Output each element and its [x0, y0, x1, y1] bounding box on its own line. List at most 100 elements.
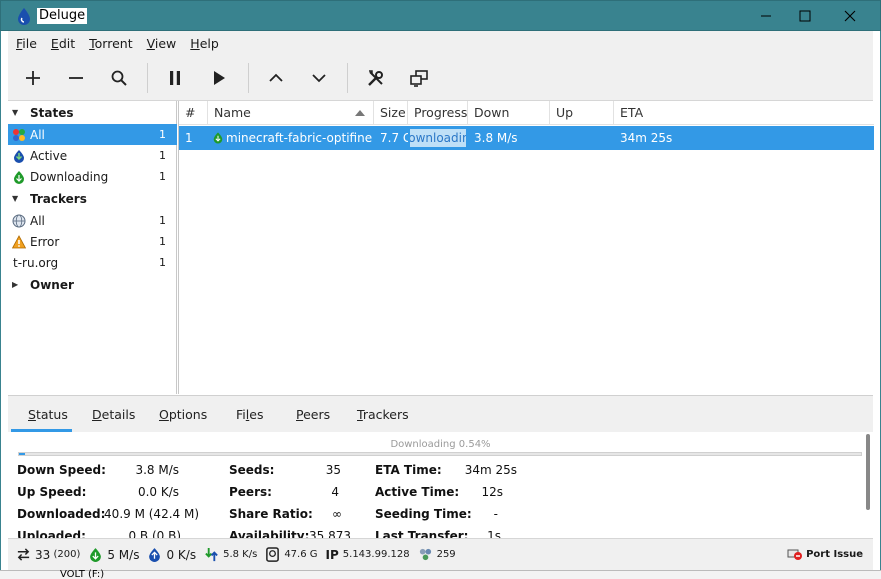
up-speed-label: Up Speed:	[17, 485, 87, 499]
downloaded-value: 40.9 M (42.4 M)	[104, 507, 199, 521]
collapse-arrow-icon[interactable]: ▶	[12, 280, 20, 289]
cell-name: minecraft-fabric-optifine	[208, 126, 374, 150]
tab-files[interactable]: Files	[236, 407, 263, 422]
column-header-size[interactable]: Size	[374, 101, 408, 125]
menu-view[interactable]: View	[147, 36, 177, 51]
availability-value: 35.873	[309, 529, 351, 538]
sidebar-item-tracker-all[interactable]: All 1	[8, 210, 177, 231]
downloaded-label: Downloaded:	[17, 507, 106, 521]
status-bar: 33 (200) 5 M/s 0 K/s 5.8 K/s 47.6 G IP 5…	[8, 538, 873, 570]
uploaded-value: 0 B (0 B)	[128, 529, 181, 538]
background-window: VOLT (F:)	[0, 570, 881, 579]
last-transfer-label: Last Transfer:	[375, 529, 469, 538]
column-header-up-speed[interactable]: Up Speed	[550, 101, 614, 144]
menu-help[interactable]: Help	[190, 36, 219, 51]
download-speed-icon	[90, 548, 102, 562]
toolbar-separator	[347, 63, 348, 93]
cell-index: 1	[185, 131, 193, 145]
toolbar	[8, 55, 873, 101]
queue-up-button[interactable]	[260, 63, 292, 93]
cell-eta: 34m 25s	[620, 131, 673, 145]
download-speed-indicator[interactable]: 5 M/s	[88, 547, 139, 562]
tab-peers[interactable]: Peers	[296, 407, 330, 422]
status-panel: Downloading 0.54% Down Speed: 3.8 M/s Up…	[8, 432, 873, 538]
window-border-right	[873, 31, 881, 570]
upload-speed-indicator[interactable]: 0 K/s	[147, 547, 196, 562]
close-button[interactable]	[827, 1, 873, 31]
cell-progress: Downloading	[410, 129, 466, 147]
maximize-icon	[799, 10, 811, 22]
tab-status[interactable]: Status	[28, 407, 68, 422]
availability-label: Availability:	[229, 529, 310, 538]
remove-torrent-button[interactable]	[60, 63, 92, 93]
peers-value: 4	[331, 485, 339, 499]
seeding-time-value: -	[493, 507, 498, 521]
status-scrollbar[interactable]	[866, 434, 870, 510]
downloading-icon	[213, 132, 223, 144]
share-ratio-value: ∞	[332, 507, 342, 521]
sidebar-item-state-all[interactable]: All 1	[8, 124, 177, 145]
downloading-icon	[12, 170, 26, 184]
menu-file[interactable]: File	[16, 36, 37, 51]
upload-speed-icon	[149, 548, 161, 562]
background-volume-label: VOLT (F:)	[60, 569, 105, 579]
globe-icon	[12, 214, 26, 228]
preferences-button[interactable]	[360, 63, 392, 93]
progress-label: Downloading 0.54%	[390, 439, 491, 450]
add-torrent-button[interactable]	[17, 63, 49, 93]
expand-arrow-icon[interactable]: ▼	[12, 108, 20, 117]
active-time-value: 12s	[481, 485, 503, 499]
column-header-index[interactable]: #	[179, 101, 208, 125]
dht-nodes-indicator: 259	[418, 547, 456, 562]
add-icon	[26, 71, 40, 85]
sidebar-item-tracker-error[interactable]: Error 1	[8, 231, 177, 252]
tab-details[interactable]: Details	[92, 407, 135, 422]
column-header-name[interactable]: Name	[208, 101, 374, 125]
connections-icon	[17, 548, 30, 561]
port-issue-indicator[interactable]: Port Issue	[787, 547, 863, 561]
free-space-indicator: 47.6 G	[265, 547, 318, 562]
title-bar: Deluge	[0, 0, 881, 31]
window-border-left	[0, 31, 8, 570]
pause-icon	[170, 71, 180, 85]
progress-bar	[18, 452, 862, 456]
resume-icon	[214, 71, 225, 85]
all-states-icon	[12, 128, 26, 142]
tab-options[interactable]: Options	[159, 407, 207, 422]
cell-down-speed: 3.8 M/s	[474, 131, 518, 145]
menu-edit[interactable]: Edit	[51, 36, 75, 51]
connection-manager-button[interactable]	[403, 63, 435, 93]
external-ip-indicator: IP 5.143.99.128	[325, 547, 410, 562]
eta-time-label: ETA Time:	[375, 463, 442, 477]
sidebar-item-state-active[interactable]: Active 1	[8, 145, 177, 166]
resume-button[interactable]	[203, 63, 235, 93]
details-tabs: Status Details Options Files Peers Track…	[8, 395, 873, 432]
sidebar-item-state-downloading[interactable]: Downloading 1	[8, 166, 177, 187]
cell-size: 7.7 G	[380, 131, 408, 145]
menu-torrent[interactable]: Torrent	[89, 36, 132, 51]
column-header-progress[interactable]: Progress	[408, 101, 468, 125]
find-button[interactable]	[103, 63, 135, 93]
column-header-eta[interactable]: ETA	[614, 101, 874, 125]
maximize-button[interactable]	[782, 1, 828, 31]
sidebar-item-tracker-t-ru[interactable]: t-ru.org 1	[8, 252, 177, 273]
queue-up-icon	[269, 73, 283, 82]
queue-down-button[interactable]	[303, 63, 335, 93]
tab-trackers[interactable]: Trackers	[357, 407, 409, 422]
expand-arrow-icon[interactable]: ▼	[12, 194, 20, 203]
active-icon	[12, 149, 26, 163]
torrent-list-header: # Name Size Progress Down Speed Up Speed…	[179, 101, 874, 144]
eta-time-value: 34m 25s	[464, 463, 517, 477]
connections-indicator[interactable]: 33 (200)	[16, 547, 80, 562]
remove-icon	[69, 77, 83, 79]
sort-ascending-icon	[355, 110, 365, 116]
port-issue-icon	[787, 549, 803, 560]
trackers-header[interactable]: ▼ Trackers	[8, 188, 177, 209]
table-row[interactable]: 1 minecraft-fabric-optifine 7.7 G Downlo…	[179, 126, 874, 150]
column-header-down-speed[interactable]: Down Speed	[468, 101, 550, 144]
pause-button[interactable]	[159, 63, 191, 93]
owner-header[interactable]: ▶ Owner	[8, 274, 177, 295]
share-ratio-label: Share Ratio:	[229, 507, 313, 521]
states-header[interactable]: ▼ States	[8, 102, 177, 123]
close-icon	[844, 10, 856, 22]
